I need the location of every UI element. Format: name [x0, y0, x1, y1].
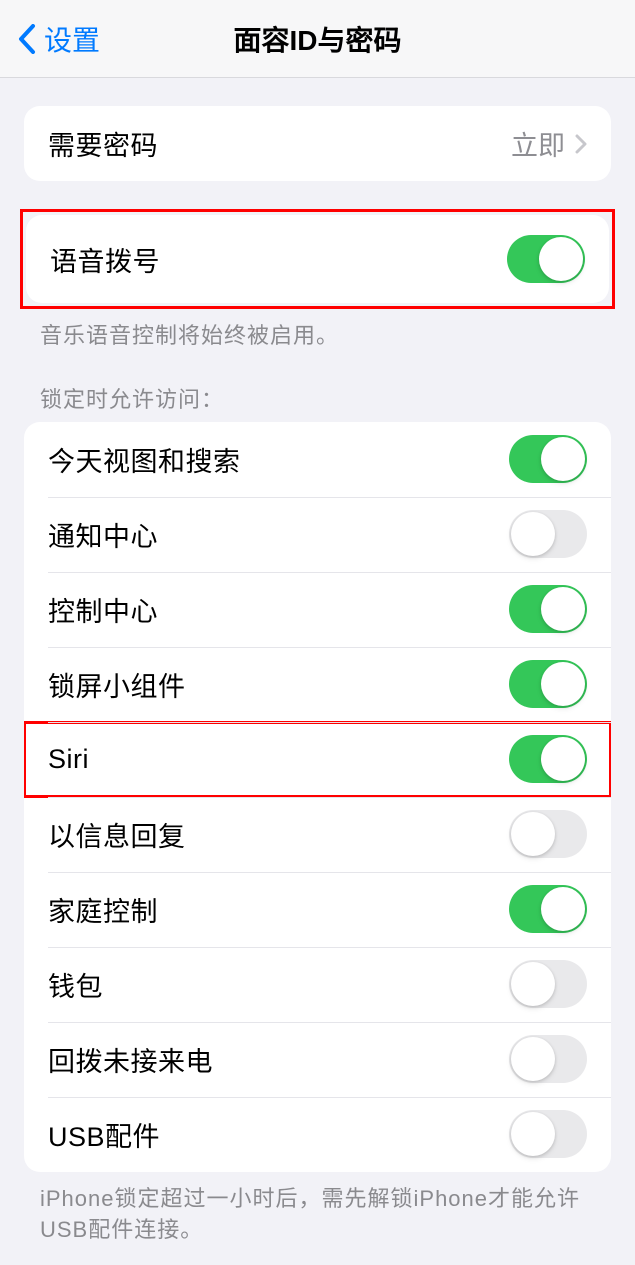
lock-item-toggle[interactable] [509, 510, 587, 558]
require-passcode-value: 立即 [511, 124, 565, 163]
lock-item-toggle[interactable] [509, 810, 587, 858]
lock-item-row: 控制中心 [24, 572, 611, 647]
lock-item-row: 通知中心 [24, 497, 611, 572]
require-passcode-label: 需要密码 [48, 124, 511, 163]
toggle-knob [511, 962, 555, 1006]
chevron-left-icon [10, 22, 44, 56]
lock-item-toggle[interactable] [509, 1110, 587, 1158]
lock-item-label: 钱包 [48, 965, 509, 1004]
toggle-knob [541, 662, 585, 706]
usb-footer: iPhone锁定超过一小时后，需先解锁iPhone才能允许USB配件连接。 [40, 1184, 595, 1246]
voice-dial-footer: 音乐语音控制将始终被启用。 [40, 321, 595, 352]
toggle-knob [541, 737, 585, 781]
voice-dial-highlight: 语音拨号 [20, 209, 615, 309]
lock-item-row: 锁屏小组件 [24, 647, 611, 722]
voice-dial-toggle[interactable] [507, 235, 585, 283]
lock-item-label: 家庭控制 [48, 890, 509, 929]
require-passcode-row[interactable]: 需要密码 立即 [24, 106, 611, 181]
lock-item-label: 今天视图和搜索 [48, 440, 509, 479]
lock-item-toggle[interactable] [509, 1035, 587, 1083]
back-button[interactable]: 设置 [10, 19, 100, 59]
voice-dial-label: 语音拨号 [50, 240, 507, 279]
lock-item-label: Siri [48, 744, 509, 775]
back-label: 设置 [44, 19, 100, 59]
lock-item-row: 钱包 [24, 947, 611, 1022]
lock-item-row: 回拨未接来电 [24, 1022, 611, 1097]
lock-access-group: 今天视图和搜索通知中心控制中心锁屏小组件 Siri 以信息回复家庭控制钱包回拨未接来… [24, 422, 611, 1172]
nav-header: 设置 面容ID与密码 [0, 0, 635, 78]
lock-item-toggle[interactable] [509, 960, 587, 1008]
lock-item-row: 家庭控制 [24, 872, 611, 947]
lock-item-label: USB配件 [48, 1115, 509, 1154]
lock-item-toggle[interactable] [509, 585, 587, 633]
lock-item-row: 以信息回复 [24, 797, 611, 872]
lock-item-label: 通知中心 [48, 515, 509, 554]
lock-item-toggle[interactable] [509, 885, 587, 933]
toggle-knob [511, 1037, 555, 1081]
lock-item-label: 锁屏小组件 [48, 665, 509, 704]
lock-item-row: Siri [24, 722, 611, 797]
lock-item-row: 今天视图和搜索 [24, 422, 611, 497]
voice-dial-row: 语音拨号 [26, 215, 609, 303]
lock-item-toggle[interactable] [509, 735, 587, 783]
toggle-knob [541, 437, 585, 481]
toggle-knob [541, 587, 585, 631]
lock-section-header: 锁定时允许访问： [40, 382, 595, 414]
toggle-knob [511, 812, 555, 856]
toggle-knob [539, 237, 583, 281]
toggle-knob [541, 887, 585, 931]
lock-item-toggle[interactable] [509, 660, 587, 708]
lock-item-label: 回拨未接来电 [48, 1040, 509, 1079]
content: 需要密码 立即 语音拨号 音乐语音控制将始终被启用。 锁定时允许访问： 今天视图… [0, 106, 635, 1265]
lock-item-label: 控制中心 [48, 590, 509, 629]
lock-item-row: USB配件 [24, 1097, 611, 1172]
toggle-knob [511, 1112, 555, 1156]
passcode-group: 需要密码 立即 [24, 106, 611, 181]
lock-item-label: 以信息回复 [48, 815, 509, 854]
voice-dial-group: 语音拨号 [26, 215, 609, 303]
toggle-knob [511, 512, 555, 556]
lock-item-toggle[interactable] [509, 435, 587, 483]
chevron-right-icon [575, 134, 587, 154]
